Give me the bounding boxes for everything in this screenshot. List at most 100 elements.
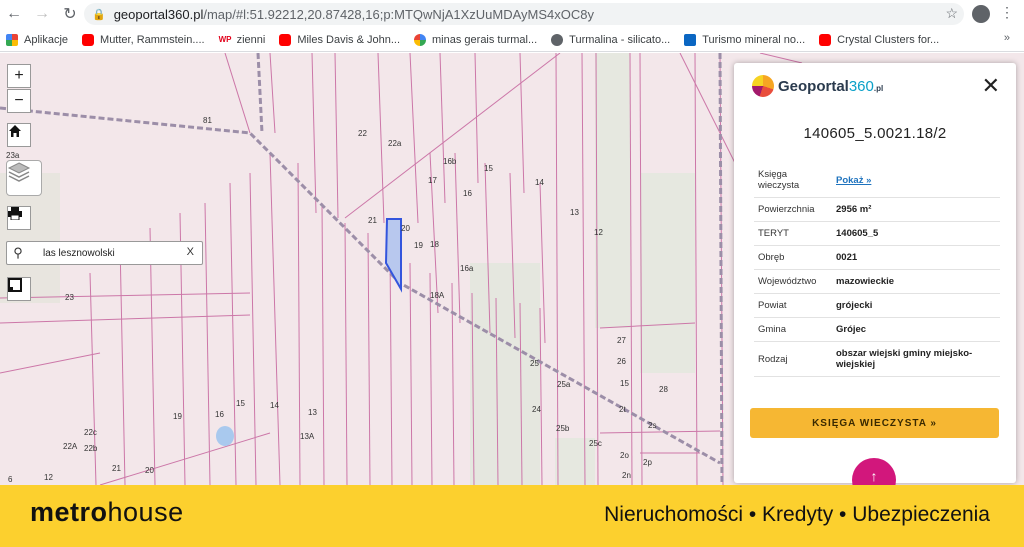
- google-icon: [414, 33, 427, 46]
- parcel-label: 15: [484, 164, 493, 173]
- bookmark-6[interactable]: Turismo mineral no...: [684, 33, 806, 46]
- parcel-label: 15: [236, 399, 245, 408]
- parcel-label: 13: [308, 408, 317, 417]
- bookmark-3[interactable]: Miles Davis & John...: [279, 33, 400, 46]
- row-key: TERYT: [754, 221, 832, 246]
- youtube-icon: [82, 33, 95, 46]
- address-bar[interactable]: 🔒 geoportal360.pl/map/#l:51.92212,20.874…: [84, 3, 964, 25]
- bookmark-label: minas gerais turmal...: [432, 33, 538, 46]
- search-icon: ⚲: [13, 245, 23, 260]
- table-row: Obręb 0021: [754, 245, 1000, 270]
- logo-text-tld: .pl: [873, 83, 884, 93]
- parcel-label: 23a: [6, 151, 20, 160]
- parcel-label: 20: [145, 466, 154, 475]
- forward-icon[interactable]: →: [28, 0, 56, 28]
- parcel-label: 20: [401, 224, 410, 233]
- zoom-out-button[interactable]: −: [7, 89, 31, 113]
- logo-text-number: 360: [848, 77, 874, 95]
- parcel-label: 25: [530, 359, 539, 368]
- parcel-label: 19: [414, 241, 423, 250]
- parcel-label: 28: [659, 385, 668, 394]
- parcel-label: 2p: [643, 458, 652, 467]
- lock-icon: 🔒: [92, 8, 106, 21]
- parcel-label: 25c: [589, 439, 602, 448]
- home-icon: [9, 125, 21, 137]
- row-key: Gmina: [754, 317, 832, 342]
- bookmark-5[interactable]: Turmalina - silicato...: [551, 33, 670, 46]
- table-row: Księga wieczysta Pokaż »: [754, 163, 1000, 198]
- parcel-label: 23: [65, 293, 74, 302]
- bookmark-4[interactable]: minas gerais turmal...: [414, 33, 538, 46]
- parcel-label: 16: [215, 410, 224, 419]
- layers-icon: [7, 162, 31, 182]
- parcel-label: 2o: [620, 451, 629, 460]
- globe-icon: [551, 33, 564, 46]
- bookmark-apps[interactable]: Aplikacje: [6, 33, 69, 46]
- parcel-label: 24: [532, 405, 541, 414]
- logo-text-main: Geoportal: [778, 77, 849, 95]
- row-value: 2956 m²: [832, 197, 1000, 222]
- table-row: Powiat grójecki: [754, 293, 1000, 318]
- search-clear-button[interactable]: X: [187, 246, 194, 258]
- land-register-button[interactable]: KSIĘGA WIECZYSTA »: [750, 408, 999, 438]
- land-register-link[interactable]: Pokaż »: [836, 175, 871, 186]
- printer-icon: [8, 207, 22, 220]
- parcel-label: 21: [112, 464, 121, 473]
- parcel-label: 16a: [460, 264, 474, 273]
- map-search-box: ⚲ X: [6, 241, 203, 265]
- parcel-label: 22b: [84, 444, 98, 453]
- parcel-label: 2n: [622, 471, 631, 480]
- bookmark-label: Aplikacje: [24, 33, 69, 46]
- parcel-label: 13: [570, 208, 579, 217]
- parcel-label: 27: [617, 336, 626, 345]
- parcel-label: 14: [270, 401, 279, 410]
- url-text: geoportal360.pl/map/#l:51.92212,20.87428…: [113, 6, 595, 22]
- row-key: Powierzchnia: [754, 197, 832, 222]
- row-key: Obręb: [754, 245, 832, 270]
- area-measure-icon: [8, 278, 22, 292]
- parcel-id-title: 140605_5.0021.18/2: [803, 125, 947, 142]
- measure-button[interactable]: [7, 277, 31, 301]
- bookmark-1[interactable]: Mutter, Rammstein....: [82, 33, 205, 46]
- parcel-label: 22a: [388, 139, 402, 148]
- print-button[interactable]: [7, 206, 31, 230]
- bookmark-label: Turismo mineral no...: [702, 33, 806, 46]
- parcel-label: 19: [173, 412, 182, 421]
- bookmark-star-icon[interactable]: ☆: [945, 5, 958, 22]
- row-value: mazowieckie: [832, 269, 1000, 294]
- home-button[interactable]: [7, 123, 31, 147]
- parcel-label: 6: [8, 475, 13, 484]
- geoportal-logo: Geoportal360.pl: [752, 75, 883, 97]
- parcel-label: 21: [368, 216, 377, 225]
- menu-kebab-icon[interactable]: ⋮: [1000, 4, 1014, 21]
- map-search-input[interactable]: [43, 247, 183, 259]
- row-value: 0021: [832, 245, 1000, 270]
- table-row: TERYT 140605_5: [754, 221, 1000, 246]
- reload-icon[interactable]: ↻: [56, 0, 84, 28]
- bookmarks-more-icon[interactable]: »: [1004, 32, 1010, 44]
- bookmark-7[interactable]: Crystal Clusters for...: [819, 33, 940, 46]
- profile-icon[interactable]: [972, 5, 990, 23]
- youtube-icon: [279, 33, 292, 46]
- metrohouse-logo: metrohouse: [30, 497, 184, 528]
- row-value: obszar wiejski gminy miejsko-wiejskiej: [832, 341, 1000, 377]
- bookmark-2[interactable]: WP zienni: [218, 33, 265, 46]
- linkedin-icon: [684, 33, 697, 46]
- parcel-info-panel: Geoportal360.pl ✕ 140605_5.0021.18/2 Ksi…: [734, 63, 1016, 483]
- parcel-label: 15: [620, 379, 629, 388]
- metrohouse-banner: metrohouse Nieruchomości • Kredyty • Ube…: [0, 485, 1024, 547]
- zoom-in-button[interactable]: +: [7, 64, 31, 88]
- logo-light: house: [107, 497, 184, 527]
- parcel-label: 13A: [300, 432, 315, 441]
- back-icon[interactable]: ←: [0, 0, 28, 28]
- parcel-label: 18A: [430, 291, 445, 300]
- row-value: Grójec: [832, 317, 1000, 342]
- parcel-label: 2t: [619, 405, 626, 414]
- banner-tagline: Nieruchomości • Kredyty • Ubezpieczenia: [604, 503, 990, 526]
- row-key: Księga wieczysta: [754, 163, 832, 198]
- bookmark-label: Crystal Clusters for...: [837, 33, 940, 46]
- wp-icon: WP: [218, 33, 232, 46]
- close-panel-button[interactable]: ✕: [982, 75, 1000, 97]
- table-row: Rodzaj obszar wiejski gminy miejsko-wiej…: [754, 341, 1000, 377]
- layers-button[interactable]: [6, 160, 42, 196]
